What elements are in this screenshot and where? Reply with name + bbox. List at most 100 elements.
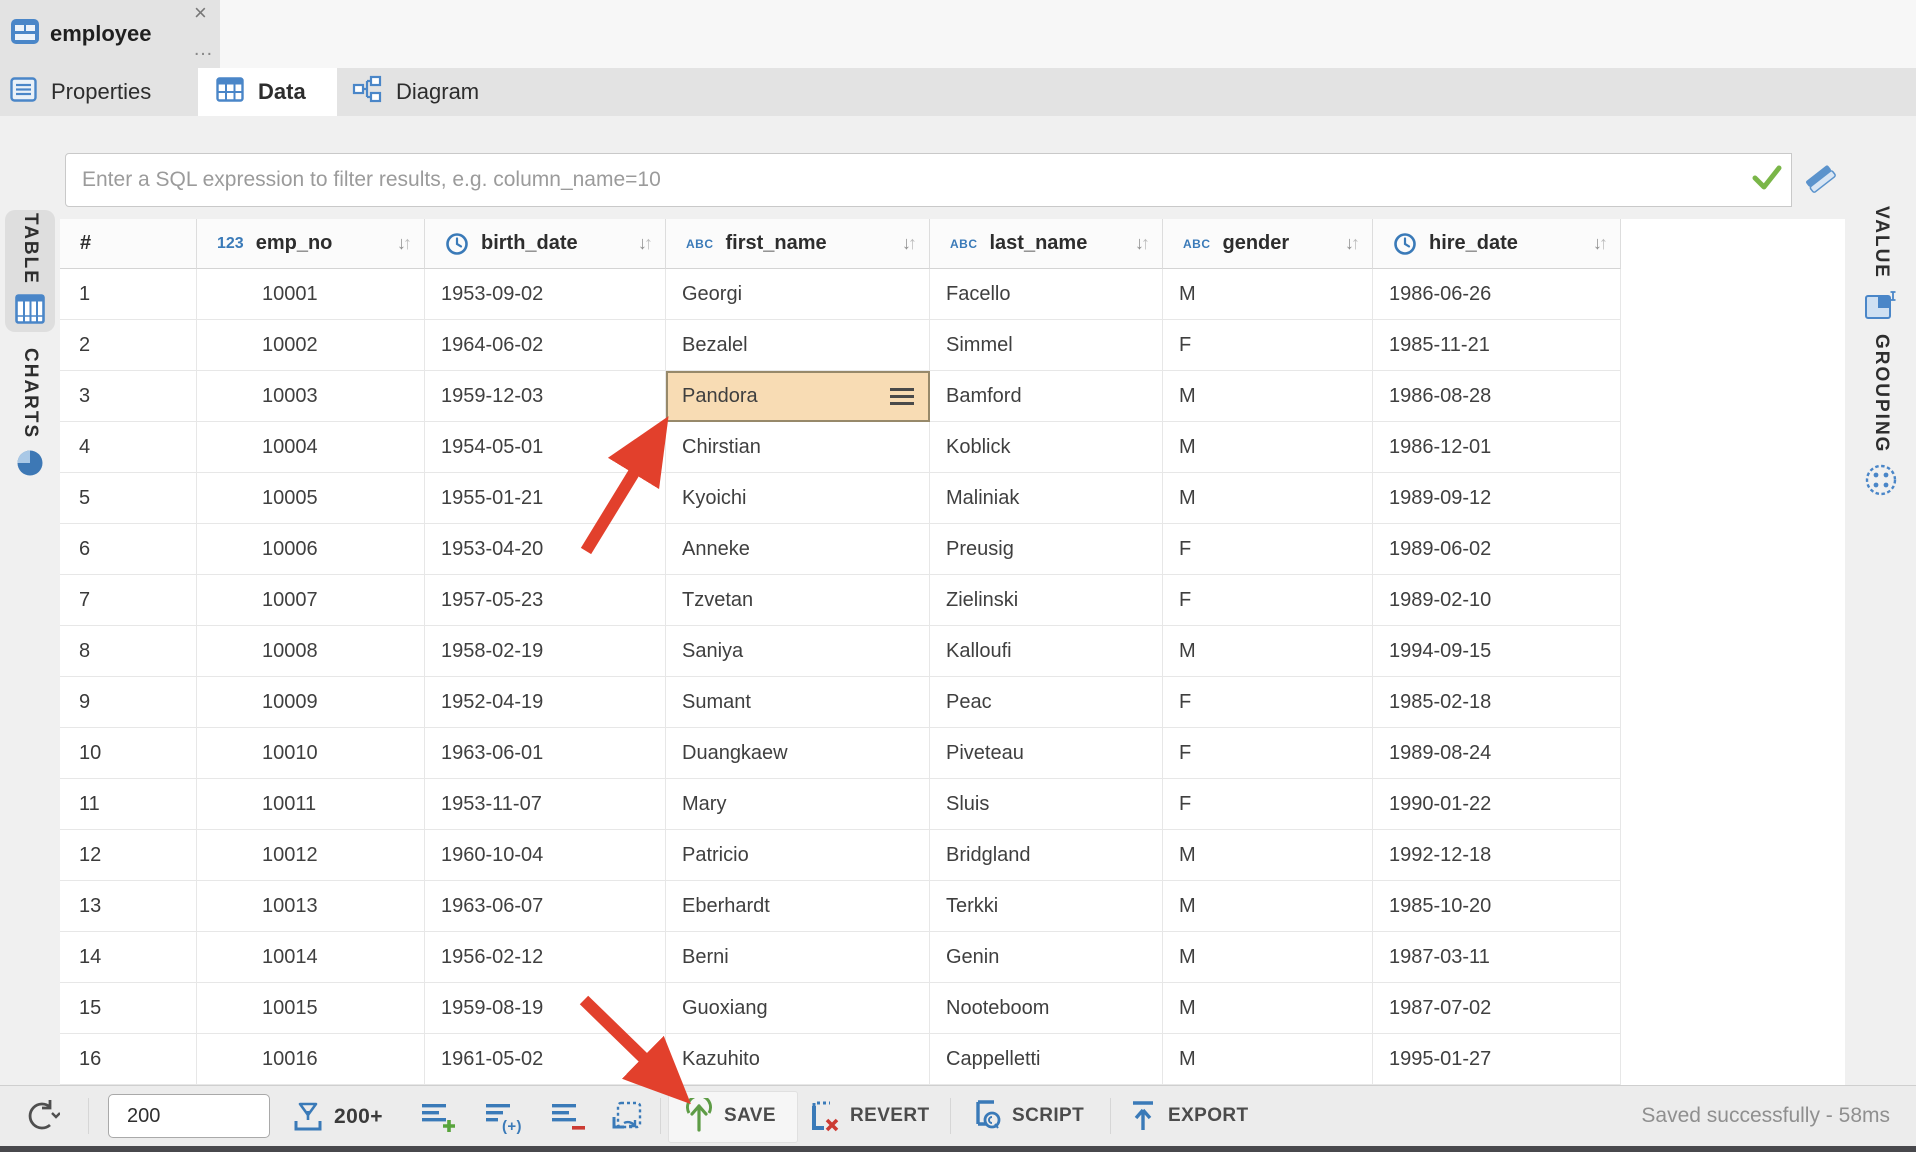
grid-cell[interactable]: F (1163, 779, 1373, 830)
grid-cell[interactable]: Eberhardt (666, 881, 930, 932)
grid-cell[interactable]: Sluis (930, 779, 1163, 830)
row-number-cell[interactable]: 5 (60, 473, 197, 524)
column-header-last_name[interactable]: ABClast_name↓↑ (930, 219, 1163, 269)
grid-cell[interactable]: Sumant (666, 677, 930, 728)
grid-cell[interactable]: 1989-08-24 (1373, 728, 1621, 779)
grid-cell[interactable]: 1987-07-02 (1373, 983, 1621, 1034)
grid-cell[interactable]: M (1163, 371, 1373, 422)
script-button[interactable]: SCRIPT (966, 1098, 1084, 1134)
grid-cell[interactable]: Zielinski (930, 575, 1163, 626)
selected-cell[interactable]: Pandora (666, 371, 930, 422)
row-number-cell[interactable]: 1 (60, 269, 197, 320)
row-number-cell[interactable]: 12 (60, 830, 197, 881)
grid-cell[interactable]: 10016 (197, 1034, 425, 1085)
grid-cell[interactable]: Piveteau (930, 728, 1163, 779)
grid-cell[interactable]: 1992-12-18 (1373, 830, 1621, 881)
grid-cell[interactable]: 1985-10-20 (1373, 881, 1621, 932)
refresh-button[interactable] (22, 1098, 60, 1134)
row-number-cell[interactable]: 8 (60, 626, 197, 677)
grid-cell[interactable]: 1995-01-27 (1373, 1034, 1621, 1085)
grid-cell[interactable]: 1994-09-15 (1373, 626, 1621, 677)
grid-cell[interactable]: Simmel (930, 320, 1163, 371)
refresh-cell-button[interactable] (610, 1099, 648, 1135)
row-number-cell[interactable]: 4 (60, 422, 197, 473)
row-number-cell[interactable]: 11 (60, 779, 197, 830)
export-button[interactable]: EXPORT (1126, 1098, 1249, 1134)
grid-cell[interactable]: Kyoichi (666, 473, 930, 524)
grid-cell[interactable]: 1964-06-02 (425, 320, 666, 371)
grid-cell[interactable]: F (1163, 575, 1373, 626)
grid-cell[interactable]: Peac (930, 677, 1163, 728)
grid-cell[interactable]: Berni (666, 932, 930, 983)
grid-cell[interactable]: 1953-11-07 (425, 779, 666, 830)
grid-cell[interactable]: M (1163, 830, 1373, 881)
grid-cell[interactable]: 1952-04-19 (425, 677, 666, 728)
grid-cell[interactable]: Bridgland (930, 830, 1163, 881)
grid-cell[interactable]: Bamford (930, 371, 1163, 422)
grid-cell[interactable]: 1963-06-01 (425, 728, 666, 779)
row-number-cell[interactable]: 6 (60, 524, 197, 575)
grid-cell[interactable]: Preusig (930, 524, 1163, 575)
tab-properties[interactable]: Properties (0, 68, 198, 116)
tab-overflow-icon[interactable]: … (193, 38, 214, 61)
grid-cell[interactable]: M (1163, 881, 1373, 932)
grid-cell[interactable]: M (1163, 932, 1373, 983)
grid-cell[interactable]: 10001 (197, 269, 425, 320)
grid-cell[interactable]: M (1163, 983, 1373, 1034)
row-number-cell[interactable]: 16 (60, 1034, 197, 1085)
grid-cell[interactable]: 1989-02-10 (1373, 575, 1621, 626)
row-number-cell[interactable]: 3 (60, 371, 197, 422)
grid-cell[interactable]: Kalloufi (930, 626, 1163, 677)
grid-cell[interactable]: Koblick (930, 422, 1163, 473)
column-header-gender[interactable]: ABCgender↓↑ (1163, 219, 1373, 269)
grid-cell[interactable]: 1953-04-20 (425, 524, 666, 575)
grid-cell[interactable]: 10011 (197, 779, 425, 830)
grid-cell[interactable]: Terkki (930, 881, 1163, 932)
sql-filter-input[interactable]: Enter a SQL expression to filter results… (65, 153, 1743, 207)
grid-cell[interactable]: M (1163, 473, 1373, 524)
grid-cell[interactable]: 10003 (197, 371, 425, 422)
grid-cell[interactable]: 1989-06-02 (1373, 524, 1621, 575)
grid-cell[interactable]: 10014 (197, 932, 425, 983)
grid-cell[interactable]: Chirstian (666, 422, 930, 473)
grid-cell[interactable]: M (1163, 626, 1373, 677)
grid-cell[interactable]: 1959-08-19 (425, 983, 666, 1034)
column-header-hire_date[interactable]: hire_date↓↑ (1373, 219, 1621, 269)
row-number-cell[interactable]: 14 (60, 932, 197, 983)
grid-cell[interactable]: Georgi (666, 269, 930, 320)
grid-cell[interactable]: 1989-09-12 (1373, 473, 1621, 524)
sidebar-item-charts[interactable]: CHARTS (5, 348, 55, 478)
grid-cell[interactable]: Maliniak (930, 473, 1163, 524)
grid-cell[interactable]: Guoxiang (666, 983, 930, 1034)
grid-cell[interactable]: 1956-02-12 (425, 932, 666, 983)
grid-cell[interactable]: M (1163, 1034, 1373, 1085)
sort-icon[interactable]: ↓↑ (1345, 233, 1360, 254)
grid-cell[interactable]: Genin (930, 932, 1163, 983)
grid-cell[interactable]: 10015 (197, 983, 425, 1034)
duplicate-row-button[interactable]: (+) (484, 1100, 526, 1134)
grid-cell[interactable]: 10010 (197, 728, 425, 779)
grid-cell[interactable]: 1986-06-26 (1373, 269, 1621, 320)
column-header-birth_date[interactable]: birth_date↓↑ (425, 219, 666, 269)
row-number-cell[interactable]: 13 (60, 881, 197, 932)
panel-toggle-value[interactable]: VALUE (1853, 206, 1909, 326)
grid-cell[interactable]: M (1163, 269, 1373, 320)
grid-cell[interactable]: 1960-10-04 (425, 830, 666, 881)
sort-icon[interactable]: ↓↑ (1593, 233, 1608, 254)
grid-cell[interactable]: 1955-01-21 (425, 473, 666, 524)
apply-filter-button[interactable] (1742, 153, 1792, 207)
grid-cell[interactable]: Bezalel (666, 320, 930, 371)
grid-cell[interactable]: F (1163, 677, 1373, 728)
row-number-cell[interactable]: 10 (60, 728, 197, 779)
delete-row-button[interactable] (550, 1100, 588, 1134)
grid-cell[interactable]: M (1163, 422, 1373, 473)
grid-cell[interactable]: 1959-12-03 (425, 371, 666, 422)
grid-cell[interactable]: F (1163, 524, 1373, 575)
grid-cell[interactable]: F (1163, 320, 1373, 371)
grid-cell[interactable]: 1957-05-23 (425, 575, 666, 626)
grid-cell[interactable]: Saniya (666, 626, 930, 677)
sidebar-item-table[interactable]: TABLE (5, 210, 55, 332)
grid-cell[interactable]: 1985-11-21 (1373, 320, 1621, 371)
grid-cell[interactable]: 10007 (197, 575, 425, 626)
fetch-size-input[interactable]: 200 (108, 1094, 270, 1138)
